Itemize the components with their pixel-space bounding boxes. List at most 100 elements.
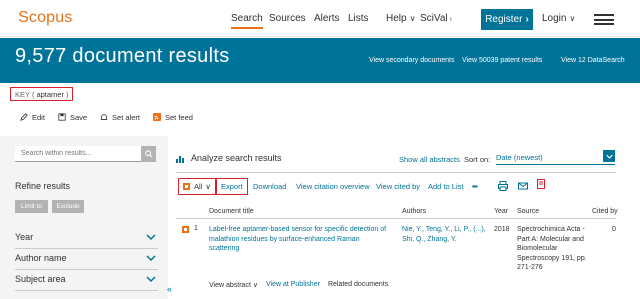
more-options-icon[interactable]: ••• (472, 182, 478, 191)
chevron-down-icon: ∨ (205, 182, 211, 191)
view-cited-by-link[interactable]: View cited by (376, 182, 420, 191)
set-feed-action[interactable]: Set feed (152, 111, 193, 123)
email-icon[interactable] (518, 181, 528, 191)
nav-help-label: Help (386, 13, 407, 24)
scopus-logo[interactable]: Scopus (18, 9, 73, 27)
divider (176, 172, 616, 173)
view-patent-results-link[interactable]: View 50039 patent results (462, 57, 542, 64)
set-feed-label: Set feed (164, 112, 193, 122)
column-cited-by[interactable]: Cited by (592, 208, 618, 215)
facet-subject-label: Subject area (15, 274, 66, 284)
view-datasearch-link[interactable]: View 12 DataSearch (561, 57, 625, 64)
results-count-title: 9,577 document results (15, 45, 230, 67)
results-table-header: Document title Authors Year Source Cited… (176, 207, 618, 219)
view-at-publisher-link[interactable]: View at Publisher (266, 281, 320, 289)
cited-by-count: 0 (612, 226, 616, 233)
select-all-dropdown[interactable]: All ∨ (178, 178, 216, 195)
facet-year-label: Year (15, 232, 34, 242)
top-navigation: Scopus Search Sources Alerts Lists Help ∨… (0, 0, 640, 37)
column-document-title[interactable]: Document title (209, 208, 254, 215)
edit-label: Edit (32, 112, 45, 122)
collapse-sidebar-icon[interactable]: « (167, 284, 172, 294)
save-action[interactable]: Save (58, 111, 87, 123)
search-query: KEY ( aptamer ) (10, 87, 74, 101)
nav-lists[interactable]: Lists (348, 13, 369, 24)
query-suffix: ) (65, 89, 69, 99)
row-actions: View abstract ∨ View at Publisher Relate… (209, 281, 388, 289)
refine-results-heading: Refine results (15, 181, 71, 191)
chevron-down-icon: ∨ (409, 14, 416, 23)
export-button[interactable]: Export (216, 178, 248, 195)
chevron-down-icon: ∨ (252, 282, 258, 289)
query-prefix: KEY ( (15, 89, 35, 99)
set-alert-action[interactable]: Set alert (100, 111, 140, 123)
nav-search[interactable]: Search (231, 13, 263, 29)
view-secondary-documents-link[interactable]: View secondary documents (369, 57, 454, 64)
exclude-button[interactable]: Exclude (52, 200, 84, 213)
bell-icon (100, 114, 108, 120)
nav-help[interactable]: Help ∨ (386, 13, 415, 24)
chevron-down-icon (146, 234, 156, 241)
nav-scival-label: SciVal (420, 13, 448, 24)
bibliography-icon[interactable] (536, 179, 546, 189)
register-button[interactable]: Register › (481, 9, 533, 30)
sort-value: Date (newest) (496, 153, 543, 162)
hamburger-menu-icon[interactable] (594, 14, 614, 25)
source-value: Spectrochimica Acta - Part A: Molecular … (517, 226, 587, 271)
search-icon (144, 150, 153, 158)
search-within-button[interactable] (141, 146, 156, 162)
row-number: 1 (194, 225, 198, 232)
show-all-abstracts-link[interactable]: Show all abstracts (399, 155, 460, 164)
facet-subject-area[interactable]: Subject area (15, 274, 158, 291)
table-row: 1 Label-free aptamer-based sensor for sp… (176, 223, 616, 283)
facet-author-label: Author name (15, 253, 67, 263)
nav-alerts[interactable]: Alerts (314, 13, 340, 24)
sort-select[interactable]: Date (newest) (496, 150, 615, 165)
select-all-checkbox[interactable] (183, 183, 190, 190)
limit-to-button[interactable]: Limit to (15, 200, 48, 213)
download-link[interactable]: Download (253, 182, 286, 191)
save-icon (58, 113, 66, 121)
column-source[interactable]: Source (517, 208, 539, 215)
pencil-icon (20, 113, 28, 121)
login-label: Login (542, 13, 567, 24)
login-menu[interactable]: Login ∨ (542, 13, 575, 24)
results-panel: Analyze search results Show all abstract… (176, 143, 624, 299)
query-term: aptamer (36, 89, 64, 99)
edit-action[interactable]: Edit (20, 111, 45, 123)
nav-scival[interactable]: SciVal › (420, 13, 452, 24)
query-actions: Edit Save Set alert Set feed (20, 111, 206, 123)
year-value: 2018 (494, 226, 510, 233)
search-within-input[interactable] (15, 146, 141, 162)
authors-link[interactable]: Nie, Y., Teng, Y., Li, P., (...), Shi, Q… (402, 225, 494, 244)
external-link-icon: › (449, 16, 452, 23)
view-citation-overview-link[interactable]: View citation overview (296, 182, 370, 191)
column-year[interactable]: Year (494, 208, 508, 215)
all-label: All (194, 182, 203, 191)
save-label: Save (69, 112, 88, 122)
bar-chart-icon (176, 155, 184, 163)
results-banner: 9,577 document results View secondary do… (0, 38, 640, 83)
related-documents-link[interactable]: Related documents (328, 281, 388, 289)
column-authors[interactable]: Authors (402, 208, 426, 215)
refine-sidebar: Refine results Limit to Exclude Year Aut… (0, 136, 168, 299)
print-icon[interactable] (498, 181, 508, 191)
facet-author-name[interactable]: Author name (15, 253, 158, 270)
chevron-down-icon (603, 150, 615, 162)
chevron-down-icon: ∨ (569, 14, 576, 23)
analyze-results-link[interactable]: Analyze search results (176, 153, 282, 163)
row-checkbox[interactable] (182, 226, 189, 233)
analyze-label: Analyze search results (191, 153, 282, 163)
register-label: Register (485, 14, 523, 25)
view-abstract-toggle[interactable]: View abstract ∨ (209, 281, 258, 289)
results-toolbar: All ∨ Export Download View citation over… (176, 178, 616, 196)
add-to-list-link[interactable]: Add to List (428, 182, 463, 191)
chevron-down-icon (146, 255, 156, 262)
document-title-link[interactable]: Label-free aptamer-based sensor for spec… (209, 225, 389, 254)
facet-year[interactable]: Year (15, 232, 158, 249)
nav-sources[interactable]: Sources (269, 13, 306, 24)
rss-icon (152, 113, 161, 121)
view-abstract-label: View abstract (209, 282, 251, 289)
set-alert-label: Set alert (112, 112, 140, 122)
sort-label: Sort on: (464, 155, 491, 164)
